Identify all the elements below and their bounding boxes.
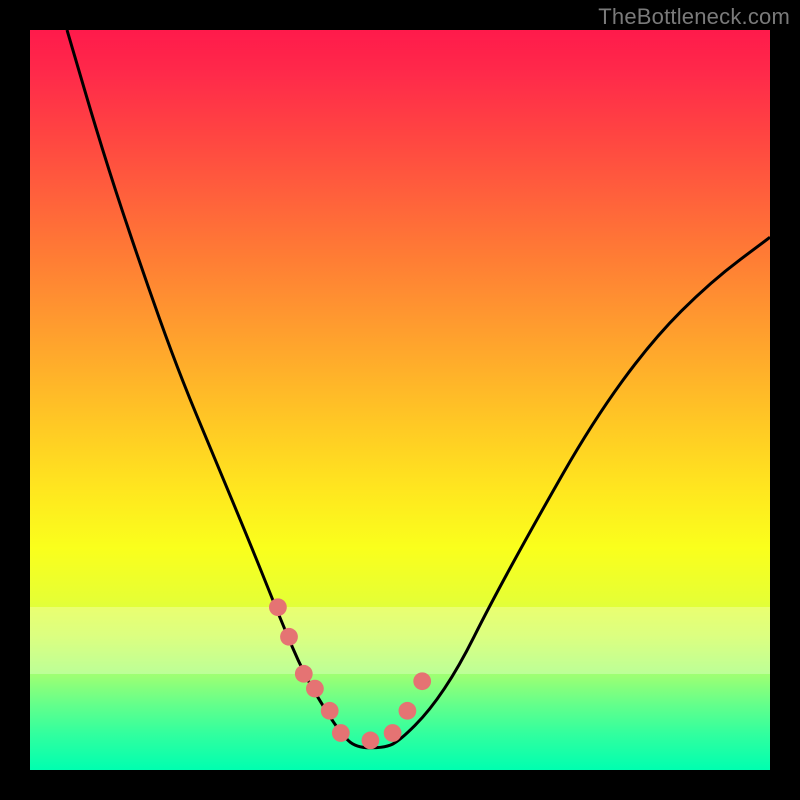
chart-frame: TheBottleneck.com (0, 0, 800, 800)
black-curve (67, 30, 770, 748)
curve-layer (30, 30, 770, 770)
watermark-text: TheBottleneck.com (598, 4, 790, 30)
pink-markers (269, 598, 431, 749)
plot-area (30, 30, 770, 770)
